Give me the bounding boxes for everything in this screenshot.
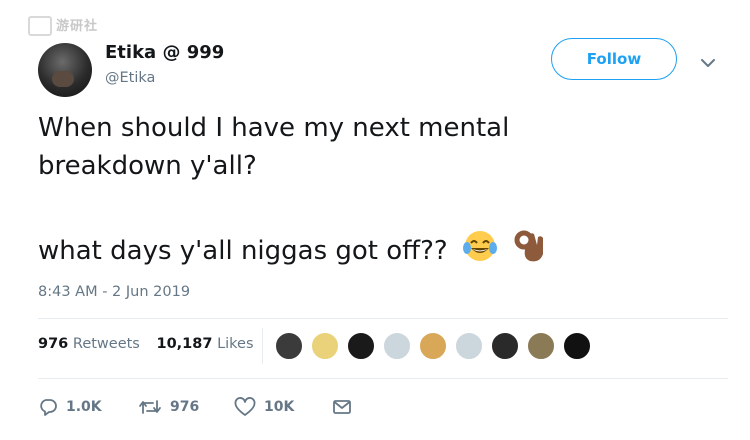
heart-icon — [234, 397, 256, 416]
ok-hand-icon — [512, 228, 546, 275]
watermark: 游研社 — [28, 14, 128, 36]
likes-label: Likes — [217, 336, 254, 352]
reply-count: 1.0K — [66, 399, 102, 415]
liker-avatar[interactable] — [275, 332, 303, 360]
reply-icon — [40, 399, 57, 416]
divider — [38, 378, 728, 379]
retweet-icon — [139, 400, 161, 414]
retweet-button[interactable]: 976 — [138, 396, 199, 418]
liker-avatar[interactable] — [419, 332, 447, 360]
like-button[interactable]: 10K — [234, 396, 294, 418]
face-with-tears-of-joy-icon — [462, 228, 498, 275]
liker-avatar[interactable] — [311, 332, 339, 360]
likes-count: 10,187 — [156, 336, 213, 352]
tweet-timestamp[interactable]: 8:43 AM - 2 Jun 2019 — [38, 284, 190, 300]
tweet-text-second-paragraph: what days y'all niggas got off?? — [38, 228, 546, 275]
retweet-count: 976 — [170, 399, 200, 415]
retweets-count: 976 — [38, 336, 69, 352]
stats-separator — [262, 328, 263, 364]
user-handle[interactable]: @Etika — [105, 70, 155, 86]
direct-message-button[interactable] — [332, 396, 352, 418]
follow-button[interactable]: Follow — [551, 38, 677, 80]
liker-avatar[interactable] — [455, 332, 483, 360]
chevron-down-icon[interactable] — [700, 54, 716, 67]
reply-button[interactable]: 1.0K — [38, 396, 102, 418]
liker-avatar[interactable] — [347, 332, 375, 360]
liker-avatar[interactable] — [527, 332, 555, 360]
tweet-text: When should I have my next mental breakd… — [38, 113, 510, 181]
liker-avatar[interactable] — [383, 332, 411, 360]
avatar-hand-detail — [52, 71, 74, 87]
divider — [38, 318, 728, 319]
watermark-text: 游研社 — [56, 19, 99, 34]
likes-stat[interactable]: 10,187 Likes — [156, 336, 253, 352]
liker-avatar[interactable] — [491, 332, 519, 360]
liker-avatar[interactable] — [563, 332, 591, 360]
retweets-label: Retweets — [72, 336, 140, 352]
retweets-stat[interactable]: 976 Retweets — [38, 336, 140, 352]
engagement-stats: 976 Retweets 10,187 Likes — [38, 336, 266, 352]
watermark-logo-icon — [28, 16, 52, 36]
envelope-icon — [333, 400, 351, 414]
like-count: 10K — [264, 399, 295, 415]
tweet-text-line: what days y'all niggas got off?? — [38, 236, 448, 266]
display-name[interactable]: Etika @ 999 — [105, 42, 224, 63]
avatar[interactable] — [38, 43, 92, 97]
